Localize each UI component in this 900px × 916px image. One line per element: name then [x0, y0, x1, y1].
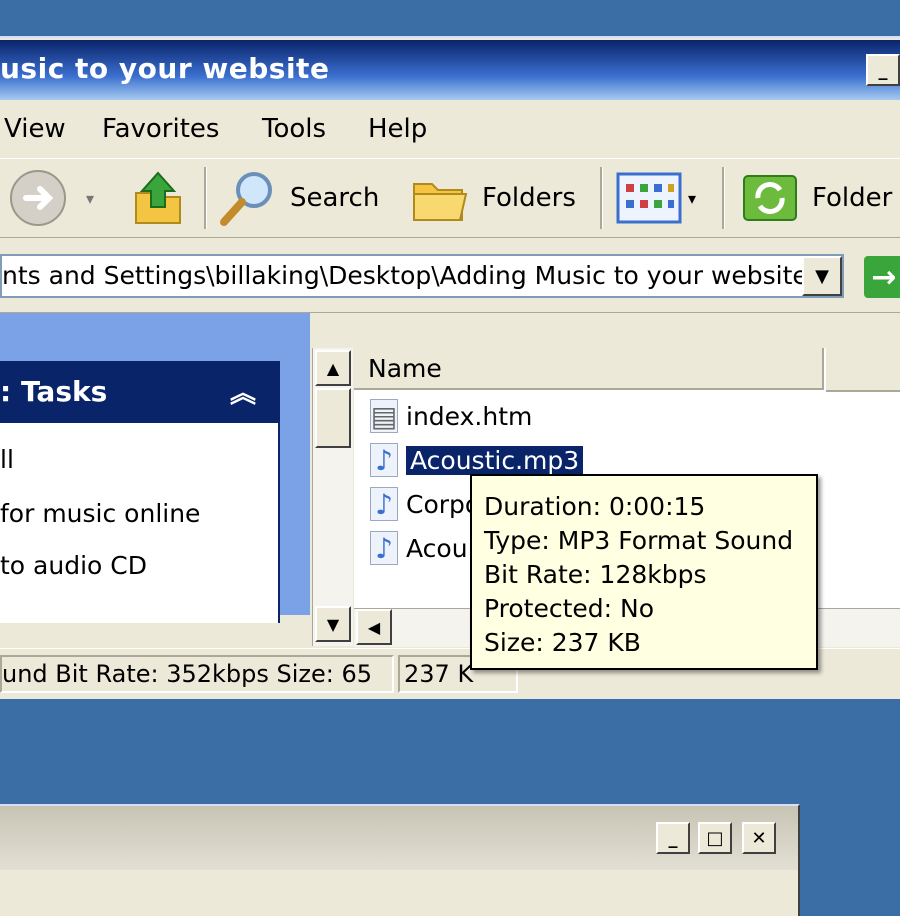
html-file-icon: ▤: [370, 399, 398, 433]
mp3-file-icon: ♪: [370, 531, 398, 565]
address-bar: nts and Settings\billaking\Desktop\Addin…: [0, 238, 900, 313]
chevron-down-icon: ▼: [815, 265, 829, 287]
mp3-file-icon: ♪: [370, 487, 398, 521]
tasks-header[interactable]: : Tasks ︽: [0, 361, 280, 423]
window-title: usic to your website: [0, 52, 330, 85]
file-row[interactable]: ♪ Acou: [370, 528, 468, 568]
tooltip-protected: Protected: No: [484, 594, 655, 623]
scroll-up-button[interactable]: ▲: [315, 350, 351, 386]
forward-arrow-icon: [10, 170, 66, 226]
address-dropdown-button[interactable]: ▼: [802, 256, 842, 296]
tooltip-duration: Duration: 0:00:15: [484, 492, 706, 521]
minimize-button[interactable]: _: [656, 822, 690, 854]
menu-help[interactable]: Help: [368, 114, 427, 144]
collapse-icon[interactable]: ︽: [230, 373, 256, 410]
folder-sync-icon: [743, 175, 797, 221]
search-icon: [220, 172, 272, 226]
up-folder-icon: [135, 171, 181, 224]
go-button[interactable]: →: [864, 256, 900, 298]
arrow-down-icon: ▼: [326, 614, 340, 634]
toolbar: ▾ Search Folders ▾ Folder: [0, 158, 900, 238]
maximize-button[interactable]: □: [698, 822, 732, 854]
file-row[interactable]: ▤ index.htm: [370, 396, 532, 436]
task-pane: : Tasks ︽ ll for music online to audio C…: [0, 313, 310, 623]
file-name: Acou: [406, 533, 468, 563]
mp3-file-icon: ♪: [370, 443, 398, 477]
status-details: und Bit Rate: 352kbps Size: 65: [0, 655, 394, 693]
close-button[interactable]: ✕: [742, 822, 776, 854]
menu-tools[interactable]: Tools: [262, 114, 326, 144]
task-item[interactable]: to audio CD: [0, 551, 147, 580]
up-button[interactable]: [130, 169, 186, 227]
tooltip-bitrate: Bit Rate: 128kbps: [484, 560, 707, 589]
forward-button[interactable]: ▾: [8, 169, 94, 227]
views-button[interactable]: ▾: [616, 169, 696, 227]
forward-dropdown-icon[interactable]: ▾: [86, 189, 94, 208]
folder-sync-button[interactable]: Folder: [740, 169, 892, 227]
menu-bar: View Favorites Tools Help: [0, 102, 900, 154]
minimize-button[interactable]: _: [866, 54, 900, 86]
views-dropdown-icon[interactable]: ▾: [688, 189, 696, 208]
search-button[interactable]: Search: [218, 169, 379, 227]
tooltip-type: Type: MP3 Format Sound: [484, 526, 794, 555]
file-name: Acoustic.mp3: [406, 445, 584, 475]
address-input[interactable]: nts and Settings\billaking\Desktop\Addin…: [0, 254, 844, 298]
search-label: Search: [290, 183, 380, 213]
folders-icon: [413, 183, 468, 221]
views-icon: [616, 172, 682, 224]
task-item[interactable]: for music online: [0, 499, 200, 528]
menu-favorites[interactable]: Favorites: [102, 114, 219, 144]
arrow-up-icon: ▲: [326, 358, 340, 378]
task-item[interactable]: ll: [0, 445, 14, 474]
scroll-down-button[interactable]: ▼: [315, 606, 351, 642]
menu-view[interactable]: View: [4, 114, 66, 144]
tooltip-size: Size: 237 KB: [484, 628, 641, 657]
file-name: index.htm: [406, 401, 533, 431]
second-window: _ □ ✕: [0, 804, 800, 916]
vertical-scrollbar[interactable]: ▲ ▼: [312, 348, 353, 646]
folders-label: Folders: [482, 183, 576, 213]
arrow-left-icon: ◀: [367, 617, 381, 637]
tasks-list: ll for music online to audio CD: [0, 423, 280, 623]
title-bar[interactable]: usic to your website _: [0, 40, 900, 100]
column-header-name[interactable]: Name: [354, 348, 824, 390]
scroll-left-button[interactable]: ◀: [356, 609, 392, 645]
scroll-thumb[interactable]: [315, 388, 351, 448]
folder-sync-label: Folder: [812, 183, 893, 213]
folders-button[interactable]: Folders: [410, 169, 576, 227]
tasks-title: : Tasks: [0, 375, 108, 408]
second-window-title-bar[interactable]: _ □ ✕: [0, 806, 798, 870]
column-header-next[interactable]: [826, 348, 900, 392]
file-info-tooltip: Duration: 0:00:15 Type: MP3 Format Sound…: [470, 474, 818, 670]
